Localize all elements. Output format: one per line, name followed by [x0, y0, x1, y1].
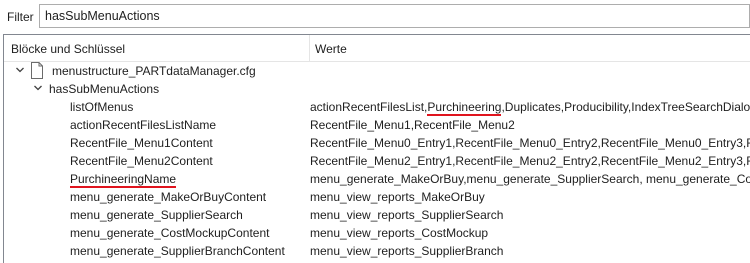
tree-row[interactable]: PurchineeringName menu_generate_MakeOrBu… — [4, 170, 750, 188]
config-tree[interactable]: Blöcke und Schlüssel Werte menustructure… — [3, 34, 750, 263]
row-key: menu_generate_MakeOrBuyContent — [70, 190, 267, 204]
row-key: RecentFile_Menu2Content — [70, 154, 213, 168]
column-header: Blöcke und Schlüssel Werte — [4, 35, 750, 62]
row-key: menu_generate_SupplierSearch — [70, 208, 243, 222]
filter-label: Filter — [7, 10, 34, 24]
row-key: listOfMenus — [70, 100, 134, 114]
tree-row[interactable]: menu_generate_SupplierSearch menu_view_r… — [4, 206, 750, 224]
tree-row[interactable]: RecentFile_Menu2Content RecentFile_Menu2… — [4, 152, 750, 170]
row-key: menu_generate_CostMockupContent — [70, 226, 270, 240]
row-key: menu_generate_SupplierBranchContent — [70, 244, 285, 258]
tree-node-group[interactable]: hasSubMenuActions — [4, 80, 750, 98]
group-name: hasSubMenuActions — [49, 82, 160, 96]
row-value: RecentFile_Menu0_Entry1,RecentFile_Menu0… — [310, 136, 750, 150]
tree-row[interactable]: menu_generate_SupplierBranchContent menu… — [4, 242, 750, 260]
highlighted-text: Purchineering — [427, 100, 502, 116]
column-header-keys[interactable]: Blöcke und Schlüssel — [11, 42, 125, 56]
row-value: RecentFile_Menu2_Entry1,RecentFile_Menu2… — [310, 154, 750, 168]
tree-row[interactable]: listOfMenus actionRecentFilesList,Purchi… — [4, 98, 750, 116]
tree-row[interactable]: menu_generate_MakeOrBuyContent menu_view… — [4, 188, 750, 206]
row-value: menu_view_reports_SupplierBranch — [310, 244, 504, 258]
file-icon — [31, 62, 43, 79]
tree-row[interactable]: RecentFile_Menu1Content RecentFile_Menu0… — [4, 134, 750, 152]
column-header-values[interactable]: Werte — [315, 42, 347, 56]
row-value: RecentFile_Menu1,RecentFile_Menu2 — [310, 118, 515, 132]
row-value: menu_view_reports_SupplierSearch — [310, 208, 504, 222]
tree-row[interactable]: menu_generate_CostMockupContent menu_vie… — [4, 224, 750, 242]
row-value: menu_view_reports_MakeOrBuy — [310, 190, 485, 204]
file-name: menustructure_PARTdataManager.cfg — [52, 64, 256, 78]
column-separator[interactable] — [309, 35, 310, 61]
row-key-highlighted: PurchineeringName — [70, 172, 177, 188]
row-value: menu_view_reports_CostMockup — [310, 226, 489, 240]
row-value: menu_generate_MakeOrBuy,menu_generate_Su… — [310, 172, 750, 186]
chevron-down-icon[interactable] — [33, 83, 43, 93]
row-key: RecentFile_Menu1Content — [70, 136, 213, 150]
filter-bar: Filter hasSubMenuActions — [0, 0, 750, 34]
row-key: actionRecentFilesListName — [70, 118, 217, 132]
tree-node-file[interactable]: menustructure_PARTdataManager.cfg — [4, 62, 750, 80]
row-value: actionRecentFilesList,Purchineering,Dupl… — [310, 100, 750, 116]
tree-row[interactable]: actionRecentFilesListName RecentFile_Men… — [4, 116, 750, 134]
filter-input[interactable]: hasSubMenuActions — [39, 4, 750, 28]
chevron-down-icon[interactable] — [15, 65, 25, 75]
